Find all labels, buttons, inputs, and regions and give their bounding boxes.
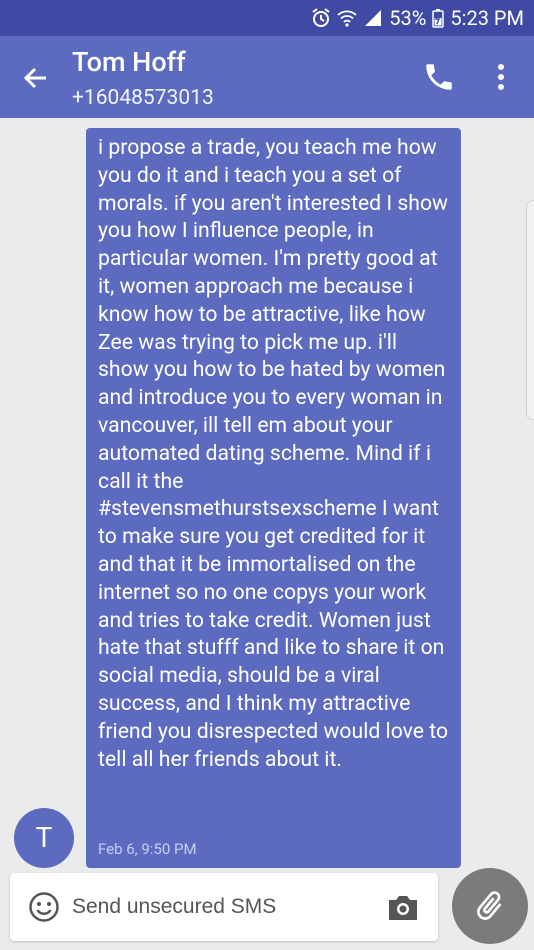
message-bubble[interactable]: i propose a trade, you teach me how you …	[86, 128, 461, 868]
sms-input[interactable]	[72, 889, 372, 925]
battery-icon	[432, 8, 445, 28]
more-vert-icon[interactable]	[491, 62, 511, 92]
status-bar: 53% 5:23 PM	[0, 0, 534, 36]
wifi-icon	[337, 9, 357, 27]
back-arrow-icon[interactable]	[20, 62, 52, 94]
battery-percent: 53%	[389, 6, 427, 30]
message-composer	[10, 873, 438, 941]
emoji-icon[interactable]	[28, 891, 60, 923]
attach-button[interactable]	[452, 868, 528, 944]
scroll-edge	[526, 200, 534, 420]
message-text: i propose a trade, you teach me how you …	[98, 135, 449, 772]
message-timestamp: Feb 6, 9:50 PM	[98, 840, 197, 858]
status-icons: 53% 5:23 PM	[311, 5, 524, 31]
phone-icon[interactable]	[422, 60, 456, 94]
contact-phone-number: +16048573013	[72, 86, 214, 110]
camera-icon[interactable]	[386, 891, 420, 923]
app-bar: Tom Hoff +16048573013	[0, 36, 534, 118]
alarm-icon	[311, 8, 331, 28]
avatar[interactable]: T	[14, 808, 74, 868]
contact-name: Tom Hoff	[72, 46, 186, 78]
signal-icon	[363, 9, 383, 27]
clock-time: 5:23 PM	[450, 6, 524, 30]
